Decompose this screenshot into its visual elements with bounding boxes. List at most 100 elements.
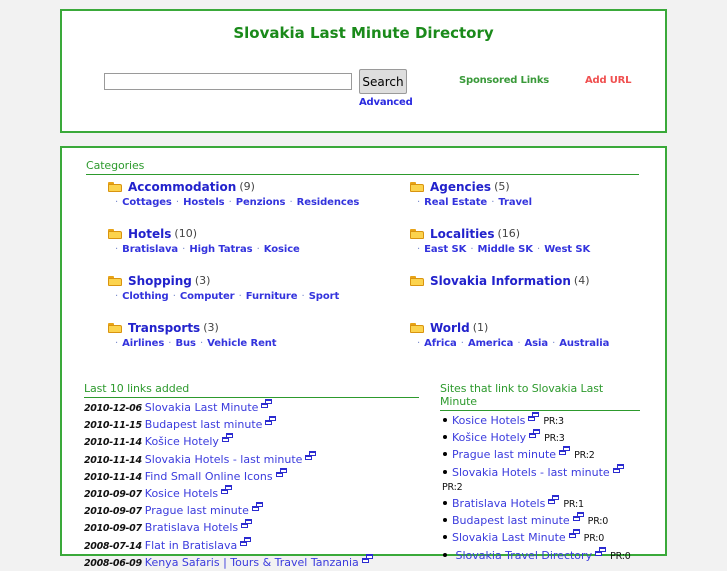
category-count: (4) bbox=[573, 274, 590, 287]
category-count: (16) bbox=[497, 227, 521, 240]
category-link[interactable]: Shopping bbox=[128, 274, 192, 288]
category-link[interactable]: Transports bbox=[128, 321, 200, 335]
backlink-title[interactable]: Slovakia Hotels - last minute bbox=[452, 466, 610, 479]
page-root: Slovakia Last Minute Directory Search Ad… bbox=[0, 0, 727, 569]
subcategory-link[interactable]: Middle SK bbox=[477, 244, 533, 255]
cascading-windows-icon bbox=[305, 450, 317, 460]
backlink-title[interactable]: Košice Hotely bbox=[452, 431, 526, 444]
bullet-icon bbox=[443, 552, 447, 557]
latest-link-title[interactable]: Budapest last minute bbox=[145, 418, 263, 431]
cascading-windows-icon bbox=[559, 446, 571, 456]
latest-link-date: 2010-09-07 bbox=[84, 506, 142, 518]
category-block: Hotels (10) · Bratislava · High Tatras · K… bbox=[108, 225, 398, 261]
latest-link-title[interactable]: Bratislava Hotels bbox=[145, 521, 238, 534]
subcategory-separator: · bbox=[168, 338, 175, 349]
category-link[interactable]: Accommodation bbox=[128, 180, 236, 194]
latest-link-item: 2010-09-07 Prague last minute bbox=[84, 502, 429, 519]
backlink-item: Slovakia Last Minute PR:0 bbox=[440, 529, 640, 546]
subcategory-list: · East SK · Middle SK · West SK bbox=[416, 244, 650, 255]
folder-icon bbox=[410, 275, 425, 287]
backlink-title[interactable]: Bratislava Hotels bbox=[452, 497, 545, 510]
cascading-windows-icon bbox=[595, 546, 607, 556]
bullet-icon bbox=[443, 418, 447, 422]
latest-link-title[interactable]: Find Small Online Icons bbox=[145, 470, 273, 483]
subcategory-separator: · bbox=[115, 197, 122, 208]
backlink-title[interactable]: Slovakia Travel Directory bbox=[452, 549, 592, 562]
backlink-title[interactable]: Prague last minute bbox=[452, 448, 556, 461]
subcategory-link[interactable]: Computer bbox=[180, 291, 235, 302]
category-block: Transports (3) · Airlines · Bus · Vehicle … bbox=[108, 319, 398, 355]
category-block: Agencies (5) · Real Estate · Travel bbox=[410, 178, 650, 214]
subcategory-link[interactable]: Travel bbox=[498, 197, 532, 208]
category-count: (9) bbox=[239, 180, 255, 193]
subcategory-link[interactable]: Sport bbox=[309, 291, 340, 302]
advanced-search-link[interactable]: Advanced bbox=[359, 97, 413, 108]
backlink-title[interactable]: Budapest last minute bbox=[452, 514, 570, 527]
category-title-row: Slovakia Information (4) bbox=[410, 272, 650, 289]
subcategory-link[interactable]: Asia bbox=[525, 338, 549, 349]
subcategory-link[interactable]: Cottages bbox=[122, 197, 172, 208]
latest-link-date: 2008-06-09 bbox=[84, 557, 142, 569]
backlink-item: Budapest last minute PR:0 bbox=[440, 512, 640, 529]
subcategory-link[interactable]: Clothing bbox=[122, 291, 169, 302]
site-title: Slovakia Last Minute Directory bbox=[233, 24, 494, 42]
latest-link-title[interactable]: Slovakia Last Minute bbox=[145, 401, 259, 414]
latest-link-title[interactable]: Slovakia Hotels - last minute bbox=[145, 453, 303, 466]
subcategory-list: · Cottages · Hostels · Penzions · Reside… bbox=[114, 197, 398, 208]
subcategory-list: · Real Estate · Travel bbox=[416, 197, 650, 208]
add-url-link[interactable]: Add URL bbox=[585, 75, 632, 86]
search-button[interactable]: Search bbox=[359, 69, 407, 94]
subcategory-separator: · bbox=[552, 338, 559, 349]
category-link[interactable]: Slovakia Information bbox=[430, 274, 571, 288]
subcategory-link[interactable]: Real Estate bbox=[424, 197, 487, 208]
categories-heading: Categories bbox=[86, 159, 639, 175]
cascading-windows-icon bbox=[528, 412, 540, 421]
pagerank-label: PR:2 bbox=[574, 450, 595, 462]
cascading-windows-icon bbox=[251, 502, 263, 512]
cascading-windows-icon bbox=[572, 512, 584, 522]
subcategory-link[interactable]: Bratislava bbox=[122, 244, 178, 255]
category-link[interactable]: Localities bbox=[430, 227, 494, 241]
category-title-row: Shopping (3) bbox=[108, 272, 398, 289]
subcategory-link[interactable]: Kosice bbox=[264, 244, 300, 255]
category-count: (5) bbox=[494, 180, 510, 193]
pagerank-label: PR:0 bbox=[610, 550, 631, 562]
subcategory-separator: · bbox=[289, 197, 296, 208]
subcategory-separator: · bbox=[172, 291, 179, 302]
backlink-title[interactable]: Kosice Hotels bbox=[452, 414, 525, 427]
subcategory-link[interactable]: Airlines bbox=[122, 338, 164, 349]
latest-link-item: 2010-11-14 Košice Hotely bbox=[84, 433, 429, 450]
subcategory-link[interactable]: Australia bbox=[559, 338, 609, 349]
subcategory-link[interactable]: Hostels bbox=[183, 197, 225, 208]
latest-link-title[interactable]: Kenya Safaris | Tours & Travel Tanzania bbox=[145, 556, 359, 569]
latest-link-title[interactable]: Kosice Hotels bbox=[145, 487, 218, 500]
folder-icon bbox=[108, 322, 123, 334]
latest-link-date: 2010-11-14 bbox=[84, 437, 142, 449]
latest-link-title[interactable]: Prague last minute bbox=[145, 504, 249, 517]
backlink-title[interactable]: Slovakia Last Minute bbox=[452, 531, 566, 544]
subcategory-separator: · bbox=[256, 244, 263, 255]
category-link[interactable]: Agencies bbox=[430, 180, 491, 194]
cascading-windows-icon bbox=[612, 463, 624, 473]
subcategory-link[interactable]: East SK bbox=[424, 244, 466, 255]
subcategory-link[interactable]: Residences bbox=[297, 197, 360, 208]
subcategory-link[interactable]: West SK bbox=[544, 244, 590, 255]
subcategory-link[interactable]: Furniture bbox=[246, 291, 298, 302]
category-link[interactable]: World bbox=[430, 321, 470, 335]
pagerank-label: PR:1 bbox=[563, 499, 584, 511]
latest-link-title[interactable]: Flat in Bratislava bbox=[145, 539, 237, 552]
backlink-item: Prague last minute PR:2 bbox=[440, 446, 640, 463]
subcategory-link[interactable]: Bus bbox=[175, 338, 196, 349]
category-link[interactable]: Hotels bbox=[128, 227, 171, 241]
subcategory-link[interactable]: Penzions bbox=[236, 197, 286, 208]
search-input[interactable] bbox=[104, 73, 352, 90]
latest-links-heading: Last 10 links added bbox=[84, 382, 419, 398]
category-title-row: World (1) bbox=[410, 319, 650, 336]
folder-icon bbox=[410, 228, 425, 240]
subcategory-link[interactable]: Africa bbox=[424, 338, 457, 349]
category-block: World (1) · Africa · America · Asia · Aust… bbox=[410, 319, 650, 355]
subcategory-link[interactable]: Vehicle Rent bbox=[207, 338, 276, 349]
subcategory-link[interactable]: America bbox=[468, 338, 513, 349]
subcategory-link[interactable]: High Tatras bbox=[189, 244, 252, 255]
latest-link-title[interactable]: Košice Hotely bbox=[145, 435, 219, 448]
